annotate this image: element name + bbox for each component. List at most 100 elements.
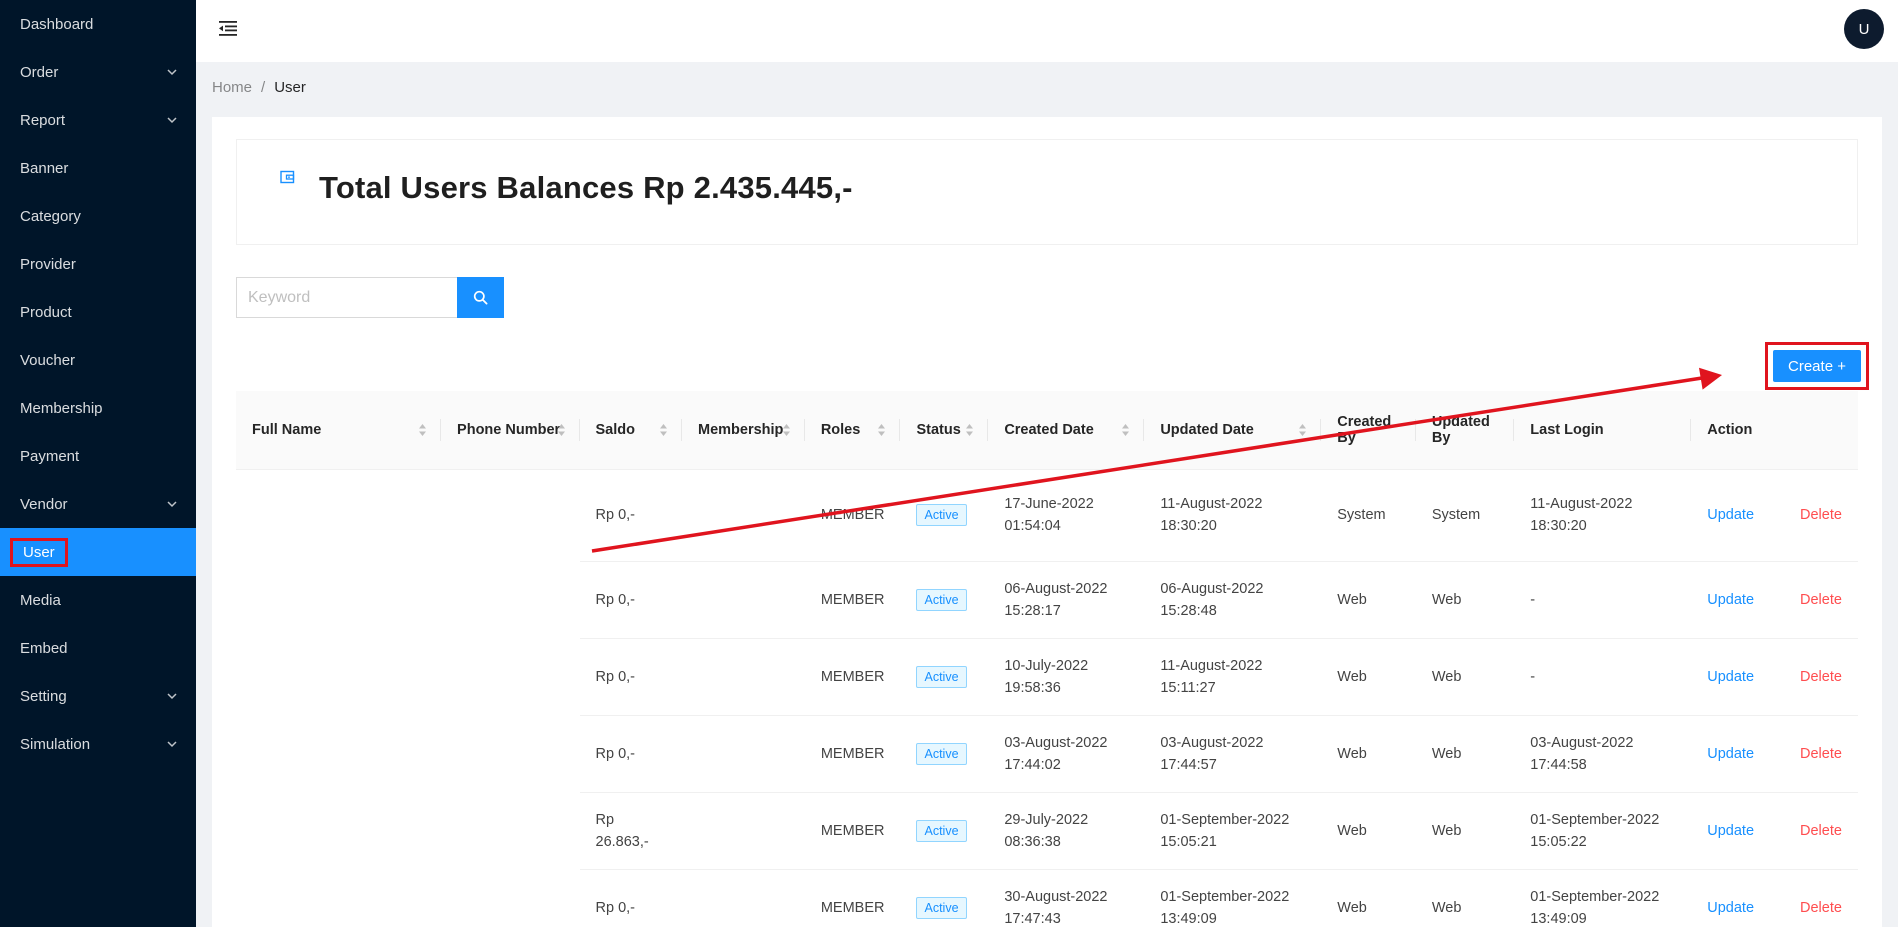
- table-row: Rp 0,- MEMBER Active 10-July-2022 19:58:36 11…: [236, 638, 1858, 716]
- cell-saldo: Rp 0,-: [579, 715, 682, 793]
- column-header-membership[interactable]: Membership: [682, 391, 805, 470]
- status-badge: Active: [916, 588, 967, 611]
- cell-membership: [682, 638, 805, 716]
- breadcrumb-home[interactable]: Home: [212, 79, 252, 96]
- cell-action: Update Delete: [1691, 638, 1858, 716]
- delete-link[interactable]: Delete: [1800, 823, 1842, 839]
- column-header-created-date[interactable]: Created Date: [988, 391, 1145, 470]
- sidebar-item-voucher[interactable]: Voucher: [0, 336, 196, 384]
- update-link[interactable]: Update: [1707, 823, 1754, 839]
- delete-link[interactable]: Delete: [1800, 746, 1842, 762]
- cell-created-date: 10-July-2022 19:58:36: [988, 638, 1145, 716]
- update-link[interactable]: Update: [1707, 900, 1754, 916]
- cell-last-login: -: [1514, 561, 1692, 639]
- updated-by: Web: [1431, 591, 1462, 608]
- sort-icon[interactable]: [965, 423, 974, 437]
- column-header-label: Created Date: [1004, 421, 1094, 438]
- breadcrumb-current: User: [274, 79, 306, 96]
- delete-link[interactable]: Delete: [1800, 669, 1842, 685]
- sort-icon[interactable]: [659, 423, 668, 437]
- search-input[interactable]: [236, 277, 457, 318]
- create-button-highlight: Create +: [1765, 342, 1869, 390]
- sidebar-item-banner[interactable]: Banner: [0, 144, 196, 192]
- column-header-label: Roles: [820, 421, 861, 438]
- menu-fold-icon[interactable]: [218, 18, 238, 38]
- sidebar-item-media[interactable]: Media: [0, 576, 196, 624]
- sidebar-item-simulation[interactable]: Simulation: [0, 720, 196, 768]
- last-login-date: 01-September-2022: [1530, 888, 1660, 905]
- roles: MEMBER: [820, 591, 885, 608]
- column-header-status[interactable]: Status: [900, 391, 989, 470]
- column-header-label: Action: [1707, 421, 1753, 438]
- update-link[interactable]: Update: [1707, 746, 1754, 762]
- column-header-roles[interactable]: Roles: [804, 391, 901, 470]
- roles: MEMBER: [820, 507, 885, 523]
- cell-membership: [682, 561, 805, 639]
- created-time: 01:54:04: [1004, 518, 1061, 534]
- sidebar-item-product[interactable]: Product: [0, 288, 196, 336]
- update-link[interactable]: Update: [1707, 669, 1754, 685]
- sidebar-item-setting[interactable]: Setting: [0, 672, 196, 720]
- cell-phone-number: [441, 869, 579, 927]
- delete-link[interactable]: Delete: [1800, 900, 1842, 916]
- cell-phone-number: [441, 715, 579, 792]
- sidebar-item-payment[interactable]: Payment: [0, 432, 196, 480]
- cell-saldo: Rp 0,-: [579, 561, 682, 639]
- search-button[interactable]: [457, 277, 504, 318]
- updated-time: 15:11:27: [1160, 679, 1216, 696]
- column-header-full-name[interactable]: Full Name: [236, 391, 442, 470]
- sidebar-item-vendor[interactable]: Vendor: [0, 480, 196, 528]
- update-link[interactable]: Update: [1707, 592, 1754, 608]
- updated-time: 15:28:48: [1160, 602, 1217, 619]
- sidebar-item-report[interactable]: Report: [0, 96, 196, 144]
- cell-status: Active: [900, 561, 989, 639]
- sort-icon[interactable]: [418, 423, 427, 437]
- cell-saldo: Rp 26.863,-: [579, 792, 682, 870]
- sidebar-item-order[interactable]: Order: [0, 48, 196, 96]
- sidebar-item-category[interactable]: Category: [0, 192, 196, 240]
- sidebar-item-label: Provider: [20, 255, 76, 273]
- last-login-date: 03-August-2022: [1530, 734, 1634, 751]
- cell-roles: MEMBER: [804, 869, 901, 927]
- cell-phone-number: [441, 469, 579, 561]
- column-header-label: Updated Date: [1160, 421, 1254, 438]
- cell-full-name: [236, 715, 441, 792]
- balance-card: Total Users Balances Rp 2.435.445,-: [236, 139, 1858, 245]
- cell-status: Active: [900, 715, 989, 793]
- sidebar-item-membership[interactable]: Membership: [0, 384, 196, 432]
- cell-roles: MEMBER: [804, 469, 901, 562]
- delete-link[interactable]: Delete: [1800, 592, 1842, 608]
- created-by: Web: [1337, 745, 1367, 762]
- cell-created-date: 30-August-2022 17:47:43: [988, 869, 1145, 927]
- avatar[interactable]: U: [1844, 9, 1884, 49]
- sidebar-item-label: Product: [20, 303, 72, 321]
- sidebar-item-embed[interactable]: Embed: [0, 624, 196, 672]
- sort-icon[interactable]: [782, 423, 791, 437]
- roles: MEMBER: [820, 822, 885, 839]
- table-row: Rp 0,- MEMBER Active 03-August-2022 17:44:02…: [236, 715, 1858, 793]
- cell-full-name: [236, 869, 441, 927]
- sidebar-item-label: Payment: [20, 447, 80, 465]
- sidebar-item-user[interactable]: User: [0, 528, 196, 576]
- delete-link[interactable]: Delete: [1800, 507, 1842, 523]
- updated-by: Web: [1431, 822, 1462, 839]
- sort-icon[interactable]: [557, 423, 566, 437]
- cell-action: Update Delete: [1691, 715, 1858, 793]
- created-by: Web: [1337, 899, 1367, 916]
- created-by: Web: [1337, 822, 1367, 839]
- created-date: 10-July-2022: [1004, 657, 1089, 674]
- sidebar-item-label: Voucher: [20, 351, 76, 369]
- sort-icon[interactable]: [1298, 423, 1307, 437]
- sort-icon[interactable]: [1121, 423, 1130, 437]
- sidebar-item-dashboard[interactable]: Dashboard: [0, 0, 196, 48]
- column-header-saldo[interactable]: Saldo: [579, 391, 682, 470]
- sort-icon[interactable]: [877, 423, 886, 437]
- update-link[interactable]: Update: [1707, 507, 1754, 523]
- column-header-phone-number[interactable]: Phone Number: [441, 391, 580, 470]
- create-button[interactable]: Create +: [1773, 350, 1861, 382]
- column-header-updated-date[interactable]: Updated Date: [1144, 391, 1322, 470]
- sidebar-item-provider[interactable]: Provider: [0, 240, 196, 288]
- updated-date: 06-August-2022: [1160, 580, 1264, 597]
- table-row: Rp 0,- MEMBER Active 06-August-2022 15:28:17…: [236, 561, 1858, 639]
- updated-time: 17:44:57: [1160, 756, 1217, 773]
